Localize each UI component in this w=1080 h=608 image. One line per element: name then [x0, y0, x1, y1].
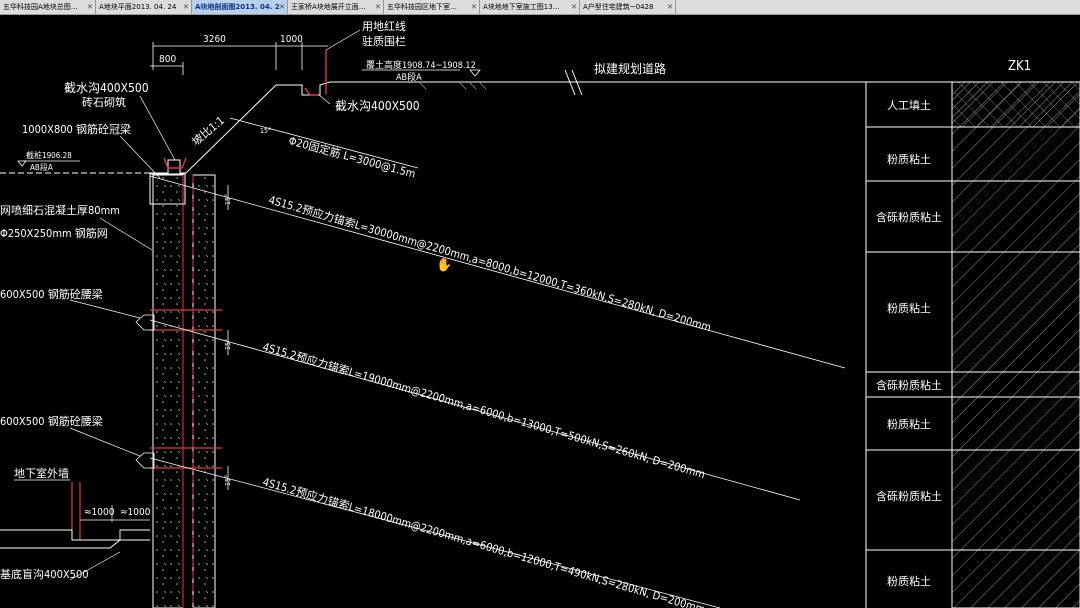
dimension-1000: 1000: [280, 34, 303, 45]
mesh-label: Φ250X250mm 钢筋网: [0, 226, 108, 240]
tab-label: 五华科技园A地块总图…: [3, 3, 78, 11]
ab-section-left: AB段A: [30, 162, 53, 172]
tab-basement[interactable]: 五华科技园区地下室… ✕: [384, 0, 480, 14]
redline-label: 用地红线: [362, 19, 406, 33]
tab-elevation[interactable]: 王家桥A块地展开立面… ✕: [288, 0, 384, 14]
anchor-3-label: 4S15.2预应力锚索L=18000mm@2200mm,a=6000,b=120…: [261, 474, 707, 608]
road-label: 拟建规划道路: [594, 61, 666, 76]
dimension-800: 800: [159, 54, 176, 65]
hand-cursor-icon: ✋: [436, 258, 453, 273]
tab-floor-plan[interactable]: A地块平面2013. 04. 24 ✕: [96, 0, 192, 14]
ditch-left-label: 截水沟400X500: [64, 81, 149, 95]
layer-label: 含砾粉质粘土: [876, 210, 942, 224]
document-tab-bar: 五华科技园A地块总图… ✕ A地块平面2013. 04. 24 ✕ A块地剖面图20…: [0, 0, 1080, 15]
waist-beam-1-label: 600X500 钢筋砼腰梁: [0, 287, 103, 301]
anchor-3-angle: 15°: [224, 475, 232, 486]
close-icon[interactable]: ✕: [183, 0, 189, 14]
basement-wall-label: 地下室外墙: [14, 466, 69, 480]
close-icon[interactable]: ✕: [87, 0, 93, 14]
soil-nail-label: Φ20固定筋 L=3000@1.5m: [287, 133, 417, 180]
tab-label: 五华科技园区地下室…: [387, 3, 457, 11]
bottom-ditch-label: 基底盲沟400X500: [0, 567, 89, 581]
anchor-1-label: 4S15.2预应力锚索L=30000mm@2200mm,a=8000,b=120…: [267, 192, 713, 334]
ditch-left-sub: 砖石砌筑: [82, 95, 126, 109]
soil-ticks: [419, 82, 487, 90]
tab-site-plan[interactable]: 五华科技园A地块总图… ✕: [0, 0, 96, 14]
close-icon[interactable]: ✕: [375, 0, 381, 14]
cad-drawing-canvas[interactable]: 3260 1000 800 用地红线 驻质围栏 覆土高度1908.74~1908…: [0, 15, 1080, 608]
tab-label: A户型住宅建筑~0428: [583, 3, 654, 11]
slope-ratio: 坡比1:1: [190, 114, 227, 148]
waist-beam-2-label: 600X500 钢筋砼腰梁: [0, 414, 103, 428]
anchor-2-angle: 15°: [224, 339, 232, 350]
layer-label: 粉质粘土: [887, 574, 931, 588]
close-icon[interactable]: ✕: [571, 0, 577, 14]
layer-label: 粉质粘土: [887, 417, 931, 431]
layer-label: 含砾粉质粘土: [876, 378, 942, 392]
elevation-right-label: 覆土高度1908.74~1908.12: [366, 59, 476, 71]
dimension-1000-a: ≈1000: [84, 507, 115, 518]
crown-beam-label: 1000X800 钢筋砼冠梁: [22, 122, 131, 136]
close-icon[interactable]: ✕: [471, 0, 477, 14]
tab-label: A地块平面2013. 04. 24: [99, 3, 177, 11]
tab-basement-construction[interactable]: A块地地下室施工图13… ✕: [480, 0, 580, 14]
layer-label: 粉质粘土: [887, 301, 931, 315]
layer-label: 粉质粘土: [887, 152, 931, 166]
pile-wall: [135, 173, 222, 608]
ditch-top-label: 截水沟400X500: [335, 99, 420, 113]
tab-label: 王家桥A块地展开立面…: [291, 3, 366, 11]
layer-label: 人工填土: [887, 98, 931, 112]
ab-section-top: AB段A: [396, 71, 422, 83]
dimension-3260: 3260: [203, 34, 226, 45]
close-icon[interactable]: ✕: [667, 0, 673, 14]
tab-section-active[interactable]: A块地剖面图2013. 04. 2 ✕: [192, 0, 288, 14]
fence-label: 驻质围栏: [362, 34, 406, 48]
top-dimensions: [150, 42, 328, 75]
elevation-left-label: 截桩1906.28: [26, 150, 72, 160]
close-icon[interactable]: ✕: [279, 0, 285, 14]
anchor-1-angle: 15°: [224, 194, 232, 205]
anchor-2-label: 4S15.2预应力锚索L=19000mm@2200mm,a=6000,b=130…: [261, 339, 707, 481]
layer-label: 含砾粉质粘土: [876, 489, 942, 503]
dimension-1000-b: ≈1000: [120, 507, 151, 518]
borehole-label: ZK1: [1008, 59, 1031, 74]
angle-label: 15°: [260, 127, 271, 135]
tab-residential[interactable]: A户型住宅建筑~0428 ✕: [580, 0, 676, 14]
tab-label: A块地地下室施工图13…: [483, 3, 560, 11]
shotcrete-label: 网喷细石混凝土厚80mm: [0, 203, 120, 217]
tab-label: A块地剖面图2013. 04. 2: [195, 3, 280, 11]
